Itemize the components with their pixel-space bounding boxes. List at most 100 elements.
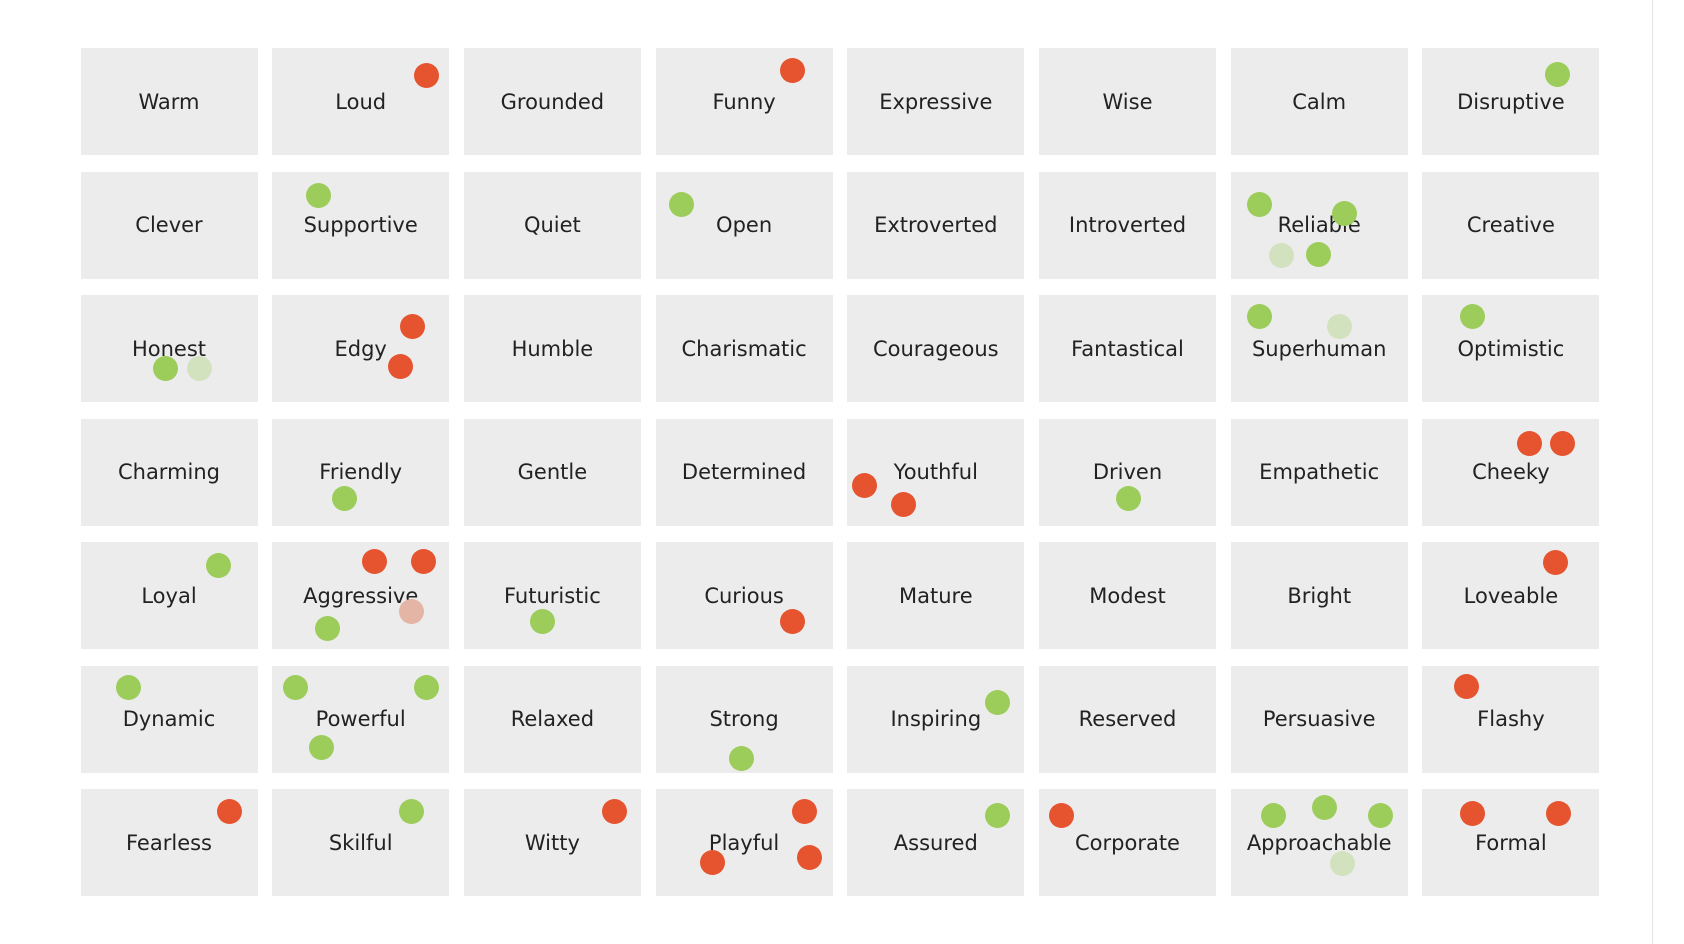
trait-cell-loyal[interactable]: Loyal bbox=[80, 542, 258, 649]
trait-cell-clever[interactable]: Clever bbox=[80, 171, 258, 279]
green-dot-sticker[interactable] bbox=[315, 615, 341, 641]
trait-cell-formal[interactable]: Formal bbox=[1422, 789, 1600, 896]
green-dot-sticker[interactable] bbox=[669, 191, 695, 217]
red-dot-sticker[interactable] bbox=[1459, 800, 1485, 826]
trait-cell-supportive[interactable]: Supportive bbox=[272, 171, 450, 279]
trait-label: Skilful bbox=[328, 830, 393, 855]
trait-cell-disruptive[interactable]: Disruptive bbox=[1422, 48, 1600, 155]
green-dot-sticker[interactable] bbox=[1116, 485, 1142, 511]
trait-cell-optimistic[interactable]: Optimistic bbox=[1422, 295, 1600, 402]
trait-cell-honest[interactable]: Honest bbox=[80, 295, 258, 402]
trait-label: Cheeky bbox=[1472, 460, 1550, 484]
red-dot-sticker[interactable] bbox=[890, 492, 916, 518]
red-dot-sticker[interactable] bbox=[1545, 800, 1571, 826]
green-dot-sticker[interactable] bbox=[1311, 795, 1337, 821]
trait-label: Driven bbox=[1092, 460, 1163, 484]
red-dot-sticker[interactable] bbox=[413, 62, 439, 88]
trait-label: Supportive bbox=[303, 213, 418, 237]
trait-label: Gentle bbox=[517, 460, 588, 484]
red-dot-sticker[interactable] bbox=[699, 849, 725, 875]
trait-cell-expressive[interactable]: Expressive bbox=[847, 48, 1025, 155]
trait-cell-mature[interactable]: Mature bbox=[847, 542, 1025, 649]
green-dot-sticker[interactable] bbox=[1367, 802, 1393, 828]
trait-cell-edgy[interactable]: Edgy bbox=[272, 295, 450, 402]
trait-label: Reserved bbox=[1078, 707, 1177, 731]
trait-cell-determined[interactable]: Determined bbox=[655, 418, 833, 526]
green-dot-sticker[interactable] bbox=[152, 355, 178, 381]
red-dot-sticker[interactable] bbox=[1516, 431, 1542, 457]
green-dot-sticker[interactable] bbox=[985, 689, 1011, 715]
trait-cell-youthful[interactable]: Youthful bbox=[847, 418, 1025, 526]
lightgreen-dot-sticker[interactable] bbox=[1330, 850, 1355, 876]
trait-cell-charming[interactable]: Charming bbox=[80, 418, 258, 526]
red-dot-sticker[interactable] bbox=[852, 472, 878, 498]
trait-cell-fantastical[interactable]: Fantastical bbox=[1039, 295, 1216, 402]
trait-cell-warm[interactable]: Warm bbox=[80, 48, 258, 155]
trait-cell-empathetic[interactable]: Empathetic bbox=[1230, 418, 1408, 526]
trait-cell-calm[interactable]: Calm bbox=[1230, 48, 1408, 155]
trait-cell-loveable[interactable]: Loveable bbox=[1422, 542, 1600, 649]
trait-cell-wise[interactable]: Wise bbox=[1039, 48, 1216, 155]
red-dot-sticker[interactable] bbox=[410, 549, 436, 575]
green-dot-sticker[interactable] bbox=[728, 745, 754, 771]
red-dot-sticker[interactable] bbox=[1453, 673, 1479, 699]
trait-cell-inspiring[interactable]: Inspiring bbox=[847, 665, 1025, 773]
green-dot-sticker[interactable] bbox=[1261, 802, 1287, 828]
trait-cell-open[interactable]: Open bbox=[655, 171, 833, 279]
red-dot-sticker[interactable] bbox=[1048, 802, 1074, 828]
trait-label: Flashy bbox=[1477, 707, 1545, 731]
trait-cell-futuristic[interactable]: Futuristic bbox=[463, 542, 641, 649]
trait-cell-courageous[interactable]: Courageous bbox=[847, 295, 1025, 402]
trait-label: Inspiring bbox=[890, 707, 982, 731]
red-dot-sticker[interactable] bbox=[388, 353, 414, 379]
green-dot-sticker[interactable] bbox=[413, 674, 439, 700]
trait-cell-charismatic[interactable]: Charismatic bbox=[655, 295, 833, 402]
trait-cell-funny[interactable]: Funny bbox=[655, 48, 833, 155]
trait-label: Loyal bbox=[141, 583, 197, 608]
trait-cell-extroverted[interactable]: Extroverted bbox=[847, 171, 1025, 279]
trait-label: Persuasive bbox=[1262, 707, 1376, 731]
trait-cell-gentle[interactable]: Gentle bbox=[463, 418, 641, 526]
trait-cell-curious[interactable]: Curious bbox=[655, 542, 833, 649]
trait-label: Optimistic bbox=[1457, 336, 1565, 361]
lightgreen-dot-sticker[interactable] bbox=[1326, 313, 1352, 339]
green-dot-sticker[interactable] bbox=[1544, 61, 1570, 87]
trait-cell-dynamic[interactable]: Dynamic bbox=[80, 665, 258, 773]
trait-cell-persuasive[interactable]: Persuasive bbox=[1230, 665, 1408, 773]
green-dot-sticker[interactable] bbox=[985, 802, 1011, 828]
lightgreen-dot-sticker[interactable] bbox=[1268, 243, 1294, 269]
trait-label: Fantastical bbox=[1071, 336, 1184, 361]
trait-cell-reserved[interactable]: Reserved bbox=[1039, 665, 1216, 773]
trait-cell-bright[interactable]: Bright bbox=[1230, 542, 1408, 649]
trait-label: Creative bbox=[1466, 213, 1555, 237]
trait-cell-quiet[interactable]: Quiet bbox=[463, 171, 641, 279]
green-dot-sticker[interactable] bbox=[205, 553, 231, 579]
trait-cell-relaxed[interactable]: Relaxed bbox=[463, 665, 641, 773]
green-dot-sticker[interactable] bbox=[1247, 191, 1273, 217]
red-dot-sticker[interactable] bbox=[399, 313, 425, 339]
trait-cell-modest[interactable]: Modest bbox=[1039, 542, 1216, 649]
trait-label: Assured bbox=[893, 830, 978, 855]
trait-label: Youthful bbox=[893, 460, 978, 484]
trait-cell-introverted[interactable]: Introverted bbox=[1039, 171, 1216, 279]
trait-label: Dynamic bbox=[122, 707, 216, 731]
trait-label: Edgy bbox=[334, 336, 387, 361]
trait-label: Funny bbox=[712, 89, 776, 114]
green-dot-sticker[interactable] bbox=[282, 674, 308, 700]
trait-label: Calm bbox=[1292, 89, 1347, 114]
red-dot-sticker[interactable] bbox=[1542, 550, 1568, 576]
trait-cell-creative[interactable]: Creative bbox=[1422, 171, 1600, 279]
trait-label: Mature bbox=[898, 583, 973, 608]
pink-dot-sticker[interactable] bbox=[398, 598, 424, 624]
green-dot-sticker[interactable] bbox=[308, 735, 334, 760]
trait-cell-grounded[interactable]: Grounded bbox=[463, 48, 641, 155]
trait-cell-flashy[interactable]: Flashy bbox=[1422, 665, 1600, 773]
green-dot-sticker[interactable] bbox=[332, 485, 358, 511]
trait-label: Wise bbox=[1102, 89, 1153, 114]
lightgreen-dot-sticker[interactable] bbox=[187, 355, 213, 381]
trait-cell-friendly[interactable]: Friendly bbox=[272, 418, 450, 526]
trait-label: Modest bbox=[1089, 583, 1166, 608]
trait-cell-cheeky[interactable]: Cheeky bbox=[1422, 418, 1600, 526]
trait-cell-humble[interactable]: Humble bbox=[463, 295, 641, 402]
red-dot-sticker[interactable] bbox=[797, 844, 823, 870]
